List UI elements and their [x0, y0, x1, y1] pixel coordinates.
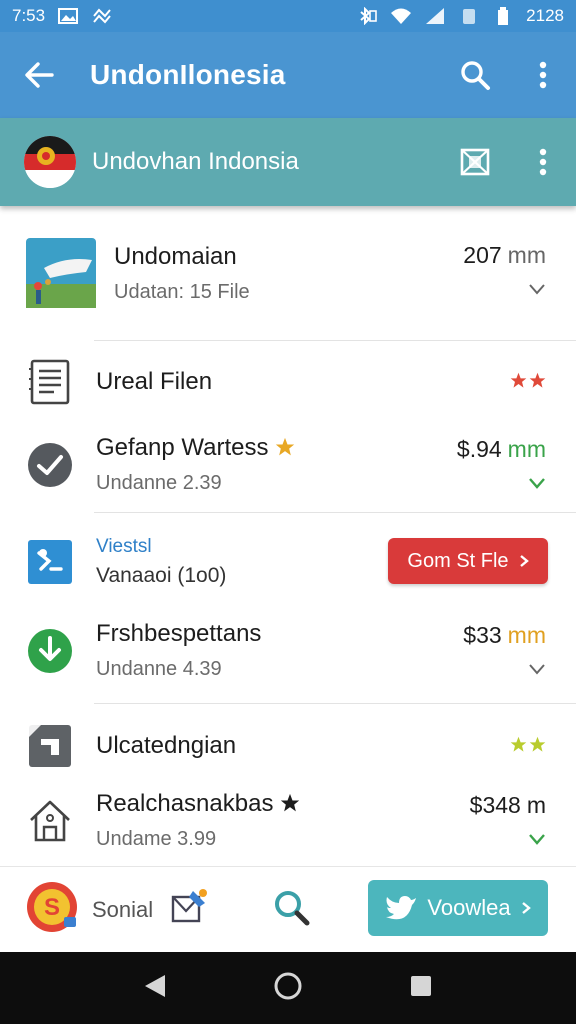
back-arrow-icon[interactable] [22, 58, 56, 92]
house-icon [26, 797, 74, 845]
item-title: Undomaian [114, 242, 237, 270]
wifi-icon [390, 7, 412, 25]
signal-icon [424, 7, 446, 25]
channel-title: Undovhan Indonsia [92, 148, 299, 175]
app-title: UndonIlonesia [90, 59, 286, 90]
item-value: $348 m [469, 792, 546, 818]
svg-text:S: S [44, 894, 60, 921]
nav-home-icon[interactable] [273, 971, 303, 1006]
list-item[interactable]: Undomaian Udatan: 15 File 207 mm [0, 238, 576, 308]
star-icon [280, 793, 300, 812]
nav-back-icon[interactable] [143, 973, 167, 1004]
chevron-down-icon[interactable] [528, 663, 546, 675]
overflow-menu-icon[interactable] [526, 58, 560, 92]
follow-button[interactable]: Voowlea [368, 880, 548, 936]
item-title: Realchasnakbas [96, 790, 300, 818]
chevron-down-icon[interactable] [528, 283, 546, 295]
item-subtitle: Udatan: 15 File [114, 280, 250, 303]
nav-recents-icon[interactable] [409, 974, 433, 1003]
travel-thumbnail-icon [26, 238, 96, 308]
divider [94, 340, 576, 341]
channel-overflow-icon[interactable] [526, 145, 560, 179]
item-subtitle: Undanne 4.39 [96, 658, 222, 680]
item-value: $.94 mm [456, 436, 546, 462]
item-value: $33 mm [463, 622, 546, 648]
file-list: Undomaian Udatan: 15 File 207 mm Ureal Fi… [0, 206, 576, 866]
item-title: Ulcatedngian [96, 732, 237, 759]
divider [94, 703, 576, 704]
search-icon[interactable] [458, 58, 492, 92]
item-value: 207 mm [463, 242, 546, 268]
folder-square-icon [26, 722, 74, 770]
document-icon [26, 358, 74, 406]
settings-notification-icon [91, 7, 113, 25]
item-title: Viestsl [96, 536, 152, 557]
get-file-button[interactable]: Gom St Fle [388, 538, 548, 584]
bottom-action-bar: S Sonial Voowlea [0, 866, 576, 952]
search-icon[interactable] [271, 887, 311, 932]
channel-header: Undovhan Indonsia [0, 118, 576, 206]
battery-text: 2128 [526, 6, 564, 25]
item-subtitle: Vanaaoi (1o0) [96, 564, 227, 587]
rating-stars [510, 736, 546, 753]
social-app-icon[interactable]: S [26, 881, 78, 938]
list-item[interactable]: Ureal Filen [0, 358, 576, 406]
social-label: Sonial [92, 896, 154, 922]
item-subtitle: Undanne 2.39 [96, 472, 222, 494]
item-title: Ureal Filen [96, 368, 213, 395]
chart-square-icon [26, 538, 74, 586]
list-item[interactable]: Ulcatedngian [0, 722, 576, 770]
list-item[interactable]: Gefanp Wartess Undanne 2.39 $.94 mm [0, 434, 576, 495]
divider [94, 512, 576, 513]
star-icon [529, 736, 546, 752]
list-item[interactable]: Frshbespettans Undanne 4.39 $33 mm [0, 620, 576, 681]
star-icon [510, 372, 527, 388]
download-circle-icon [26, 627, 74, 675]
flag-avatar-icon[interactable] [24, 136, 76, 188]
list-item[interactable]: Realchasnakbas Undame 3.99 $348 m [0, 790, 576, 851]
chevron-down-icon[interactable] [528, 833, 546, 845]
item-title: Frshbespettans [96, 620, 262, 647]
item-subtitle: Undame 3.99 [96, 828, 217, 850]
app-bar: UndonIlonesia [0, 32, 576, 118]
battery-icon [492, 7, 514, 25]
chevron-right-icon [521, 902, 531, 914]
check-circle-icon [26, 441, 74, 489]
status-time: 7:53 [12, 6, 46, 25]
sim-icon [458, 7, 480, 25]
image-notification-icon [57, 7, 79, 25]
star-icon [276, 437, 295, 456]
media-image-icon[interactable] [458, 145, 492, 179]
list-item[interactable]: Viestsl Vanaaoi (1o0) Gom St Fle [0, 536, 576, 588]
system-nav-bar [0, 952, 576, 1024]
compose-mail-icon[interactable] [169, 887, 209, 932]
bird-icon [386, 896, 417, 920]
rating-stars [510, 372, 546, 389]
star-icon [510, 736, 527, 752]
chevron-right-icon [519, 555, 529, 567]
star-icon [529, 372, 546, 388]
status-bar: 7:53 2128 [0, 0, 576, 32]
item-title: Gefanp Wartess [96, 434, 295, 462]
bluetooth-icon [356, 7, 378, 25]
chevron-down-icon[interactable] [528, 477, 546, 489]
